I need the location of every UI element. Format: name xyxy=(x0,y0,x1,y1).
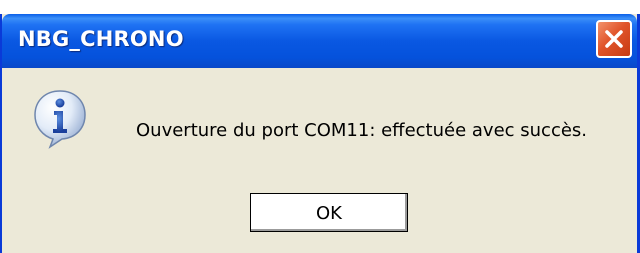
info-icon xyxy=(34,90,86,149)
ok-button-label: OK xyxy=(316,203,342,224)
dialog-message: Ouverture du port COM11: effectuée avec … xyxy=(136,120,588,141)
ok-button[interactable]: OK xyxy=(250,193,408,232)
close-icon xyxy=(605,30,623,48)
window-title: NBG_CHRONO xyxy=(18,27,184,51)
close-button[interactable] xyxy=(596,20,632,58)
dialog-content: Ouverture du port COM11: effectuée avec … xyxy=(2,68,637,253)
title-bar[interactable]: NBG_CHRONO xyxy=(2,14,637,68)
message-dialog-window: NBG_CHRONO Ouverture du port COM11: effe… xyxy=(0,14,640,253)
